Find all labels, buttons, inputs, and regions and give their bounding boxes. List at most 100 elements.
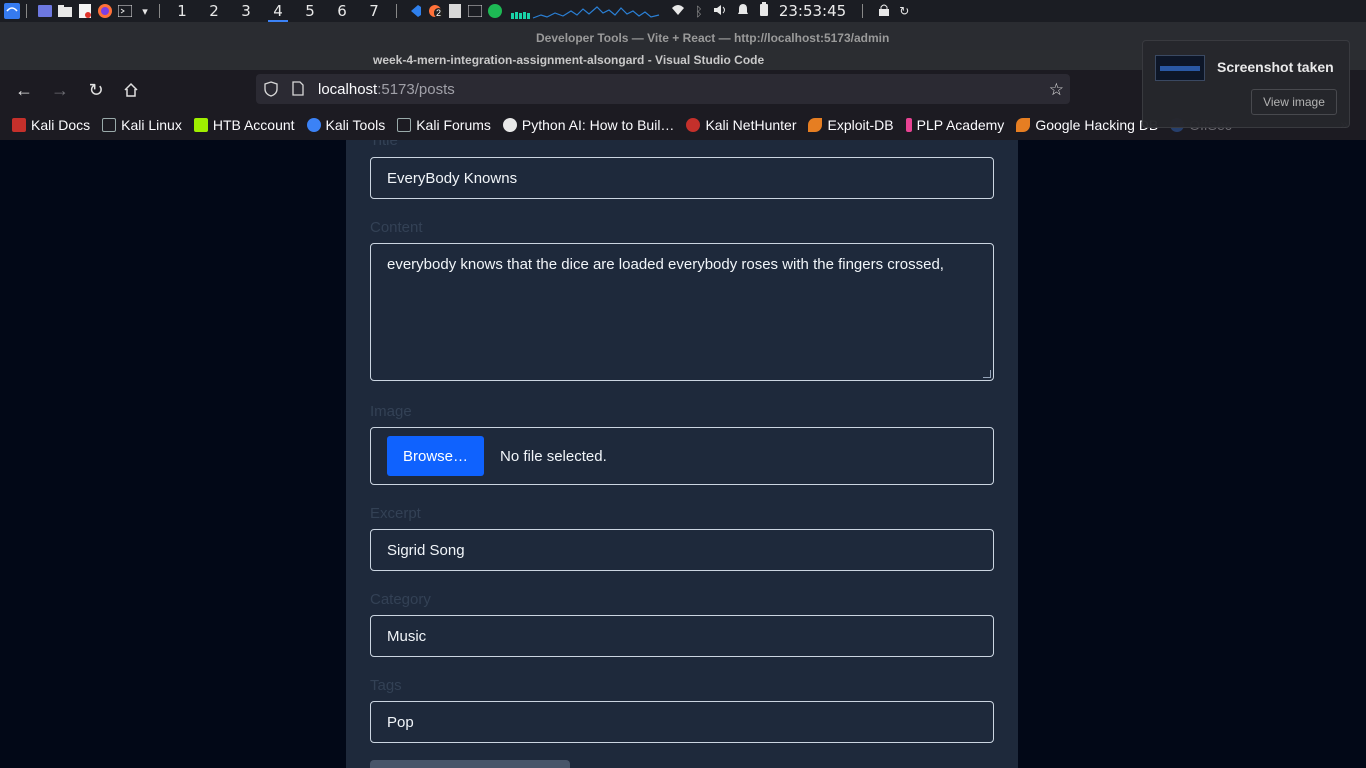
- tags-label: Tags: [370, 677, 402, 694]
- cpu-usage-graph: [511, 6, 660, 19]
- kali-menu-icon[interactable]: [4, 3, 20, 19]
- folder-icon[interactable]: [57, 3, 73, 19]
- bookmark-htb-account[interactable]: HTB Account: [193, 117, 295, 133]
- workspace-6[interactable]: 6: [326, 0, 358, 22]
- url-text[interactable]: localhost:5173/posts: [318, 81, 455, 98]
- exploit-db-icon: [808, 118, 823, 132]
- text-editor-icon[interactable]: [77, 3, 93, 19]
- bookmark-label: Google Hacking DB: [1035, 117, 1159, 133]
- taskbar-separator: [862, 4, 864, 18]
- workspace-1[interactable]: 1: [166, 0, 198, 22]
- firefox-icon[interactable]: [97, 3, 113, 19]
- system-tray: ᛒ 23:53:45 ↻: [671, 2, 909, 20]
- devtools-window-title: Developer Tools — Vite + React — http://…: [536, 31, 890, 45]
- bookmark-label: Kali NetHunter: [705, 117, 797, 133]
- bookmark-kali-linux[interactable]: Kali Linux: [102, 117, 182, 133]
- bookmark-label: HTB Account: [212, 117, 295, 133]
- title-label: Title: [370, 140, 398, 149]
- plp-icon: [905, 118, 912, 132]
- bookmark-label: Kali Docs: [31, 117, 91, 133]
- excerpt-input[interactable]: Sigrid Song: [370, 529, 994, 571]
- kali-dragon-icon: [102, 118, 117, 132]
- nethunter-icon: [686, 118, 701, 132]
- bookmark-plp-academy[interactable]: PLP Academy: [905, 117, 1005, 133]
- bell-icon[interactable]: [737, 3, 749, 20]
- taskbar-separator: [26, 4, 27, 18]
- page-content: Title EveryBody Knowns Content everybody…: [0, 140, 1366, 768]
- spotify-icon[interactable]: [487, 3, 503, 19]
- workspace-3[interactable]: 3: [230, 0, 262, 22]
- shield-icon[interactable]: [264, 81, 278, 102]
- taskbar-separator: [396, 4, 397, 18]
- kali-dragon-icon: [397, 118, 412, 132]
- workspace-7[interactable]: 7: [358, 0, 390, 22]
- bookmark-label: Kali Forums: [416, 117, 491, 133]
- workspace-5[interactable]: 5: [294, 0, 326, 22]
- page-icon[interactable]: [292, 81, 304, 101]
- category-input[interactable]: Music: [370, 615, 994, 657]
- image-file-input[interactable]: Browse… No file selected.: [370, 427, 994, 485]
- bookmark-kali-tools[interactable]: Kali Tools: [306, 117, 386, 133]
- bookmark-google-hacking-db[interactable]: Google Hacking DB: [1016, 117, 1158, 133]
- kali-tools-icon: [306, 118, 321, 132]
- python-icon: [502, 118, 517, 132]
- view-image-button[interactable]: View image: [1251, 89, 1337, 115]
- bookmark-python-ai[interactable]: Python AI: How to Buil…: [502, 117, 675, 133]
- resize-handle[interactable]: [983, 370, 991, 378]
- home-icon[interactable]: [119, 78, 143, 102]
- window-count-badge: 2: [434, 8, 444, 18]
- wifi-icon[interactable]: [671, 3, 685, 20]
- lock-icon[interactable]: [879, 3, 890, 20]
- no-file-text: No file selected.: [500, 447, 607, 465]
- htb-cube-icon: [193, 118, 208, 132]
- clock[interactable]: 23:53:45: [779, 2, 846, 20]
- bluetooth-icon[interactable]: ᛒ: [695, 4, 703, 19]
- forward-icon[interactable]: →: [48, 78, 72, 102]
- desktop-icon[interactable]: [37, 3, 53, 19]
- excerpt-label: Excerpt: [370, 505, 421, 522]
- content-label: Content: [370, 219, 423, 236]
- content-textarea[interactable]: everybody knows that the dice are loaded…: [370, 243, 994, 381]
- browse-button[interactable]: Browse…: [387, 436, 485, 476]
- taskbar-separator: [159, 4, 160, 18]
- bookmark-label: Kali Tools: [325, 117, 386, 133]
- firefox-window-icon[interactable]: 2: [427, 3, 444, 19]
- terminal-icon[interactable]: [117, 3, 133, 19]
- battery-icon[interactable]: [759, 2, 769, 20]
- logout-icon[interactable]: ↻: [899, 4, 909, 18]
- background-tabs: [0, 28, 400, 46]
- vscode-window-title: week-4-mern-integration-assignment-alson…: [373, 53, 765, 67]
- notification-title: Screenshot taken: [1217, 59, 1334, 75]
- url-bar[interactable]: localhost:5173/posts ☆: [256, 74, 1070, 104]
- category-label: Category: [370, 591, 431, 608]
- kali-docs-icon: [12, 118, 26, 132]
- tags-input[interactable]: Pop: [370, 701, 994, 743]
- bookmark-kali-nethunter[interactable]: Kali NetHunter: [686, 117, 796, 133]
- bookmark-label: PLP Academy: [916, 117, 1005, 133]
- screenshot-notification[interactable]: Screenshot taken View image: [1142, 40, 1350, 128]
- bookmark-label: Exploit-DB: [827, 117, 894, 133]
- bookmark-exploit-db[interactable]: Exploit-DB: [808, 117, 894, 133]
- bookmark-label: Python AI: How to Buil…: [521, 117, 675, 133]
- workspace-4[interactable]: 4: [262, 0, 294, 22]
- volume-icon[interactable]: [713, 3, 727, 20]
- image-label: Image: [370, 403, 412, 420]
- bookmark-star-icon[interactable]: ☆: [1049, 80, 1064, 100]
- url-path: :5173/posts: [377, 80, 455, 98]
- bookmark-kali-docs[interactable]: Kali Docs: [12, 117, 90, 133]
- url-host: localhost: [318, 80, 378, 98]
- exploit-db-icon: [1016, 118, 1031, 132]
- workspace-2[interactable]: 2: [198, 0, 230, 22]
- reload-icon[interactable]: ↻: [84, 78, 108, 102]
- chevron-down-icon[interactable]: ▾: [137, 3, 153, 19]
- terminal-window-icon[interactable]: [467, 3, 483, 19]
- title-input[interactable]: EveryBody Knowns: [370, 157, 994, 199]
- back-icon[interactable]: ←: [12, 78, 36, 102]
- document-icon[interactable]: [447, 3, 463, 19]
- content-text: everybody knows that the dice are loaded…: [387, 256, 944, 273]
- screenshot-thumbnail[interactable]: [1155, 55, 1205, 81]
- bookmark-kali-forums[interactable]: Kali Forums: [397, 117, 491, 133]
- submit-button[interactable]: [370, 760, 570, 768]
- taskbar: ▾ 1 2 3 4 5 6 7 2 ᛒ 23:53:45 ↻: [0, 0, 1366, 22]
- vscode-icon[interactable]: [407, 3, 423, 19]
